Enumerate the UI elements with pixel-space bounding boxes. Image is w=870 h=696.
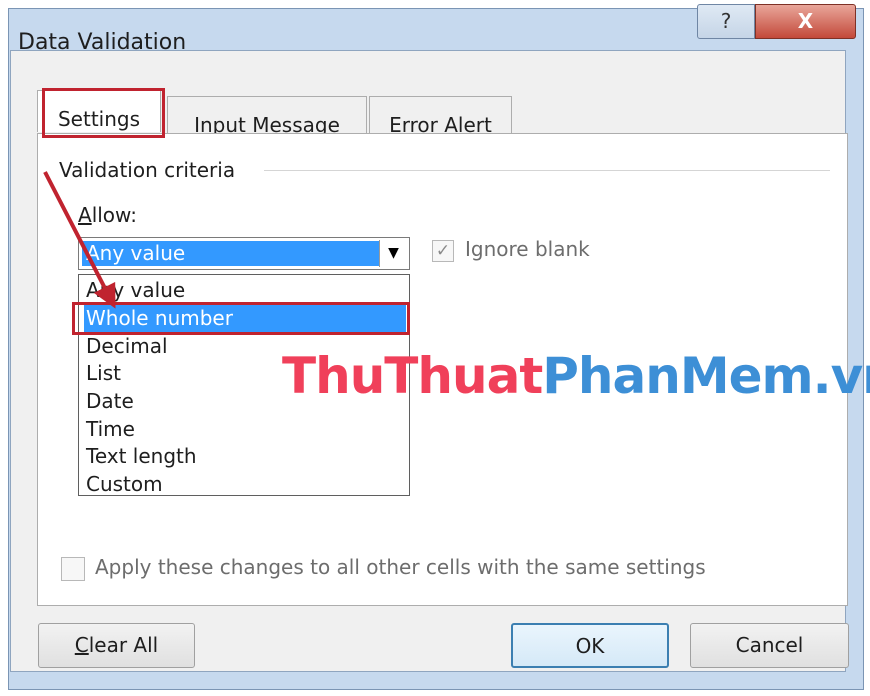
- watermark: ThuThuatPhanMem.vn: [282, 347, 870, 405]
- ignore-blank-label: Ignore blank: [465, 237, 590, 261]
- checkmark-icon: ✓: [435, 241, 451, 261]
- clear-accel-key: C: [74, 633, 89, 657]
- clear-label-rest: lear All: [88, 633, 159, 657]
- allow-label: Allow:: [78, 203, 137, 227]
- apply-all-label: Apply these changes to all other cells w…: [95, 555, 706, 579]
- ignore-blank-checkbox[interactable]: ✓: [432, 240, 454, 262]
- close-button[interactable]: X: [755, 4, 856, 39]
- dropdown-option-any-value[interactable]: Any value: [84, 277, 406, 304]
- allow-accel-key: A: [78, 203, 92, 227]
- dropdown-option-whole-number[interactable]: Whole number: [84, 305, 406, 332]
- apply-all-checkbox[interactable]: [61, 557, 85, 581]
- dropdown-option-custom[interactable]: Custom: [84, 471, 406, 498]
- clear-all-button[interactable]: Clear All: [38, 623, 195, 668]
- chevron-down-icon[interactable]: ▼: [379, 240, 407, 267]
- tab-input-message[interactable]: Input Message: [167, 96, 367, 137]
- allow-combobox-value: Any value: [82, 241, 379, 266]
- ok-button[interactable]: OK: [511, 623, 669, 668]
- validation-criteria-label: Validation criteria: [59, 158, 236, 182]
- dropdown-option-text-length[interactable]: Text length: [84, 443, 406, 470]
- help-button[interactable]: ?: [697, 4, 755, 39]
- allow-label-rest: llow:: [91, 203, 138, 227]
- allow-combobox[interactable]: Any value ▼: [78, 237, 410, 270]
- cancel-button[interactable]: Cancel: [690, 623, 849, 668]
- dropdown-option-time[interactable]: Time: [84, 416, 406, 443]
- watermark-part1: ThuThuat: [282, 347, 543, 405]
- watermark-part2: PhanMem.vn: [542, 347, 870, 405]
- tab-settings[interactable]: Settings: [37, 90, 161, 132]
- tab-error-alert[interactable]: Error Alert: [369, 96, 512, 137]
- section-divider: [264, 170, 830, 171]
